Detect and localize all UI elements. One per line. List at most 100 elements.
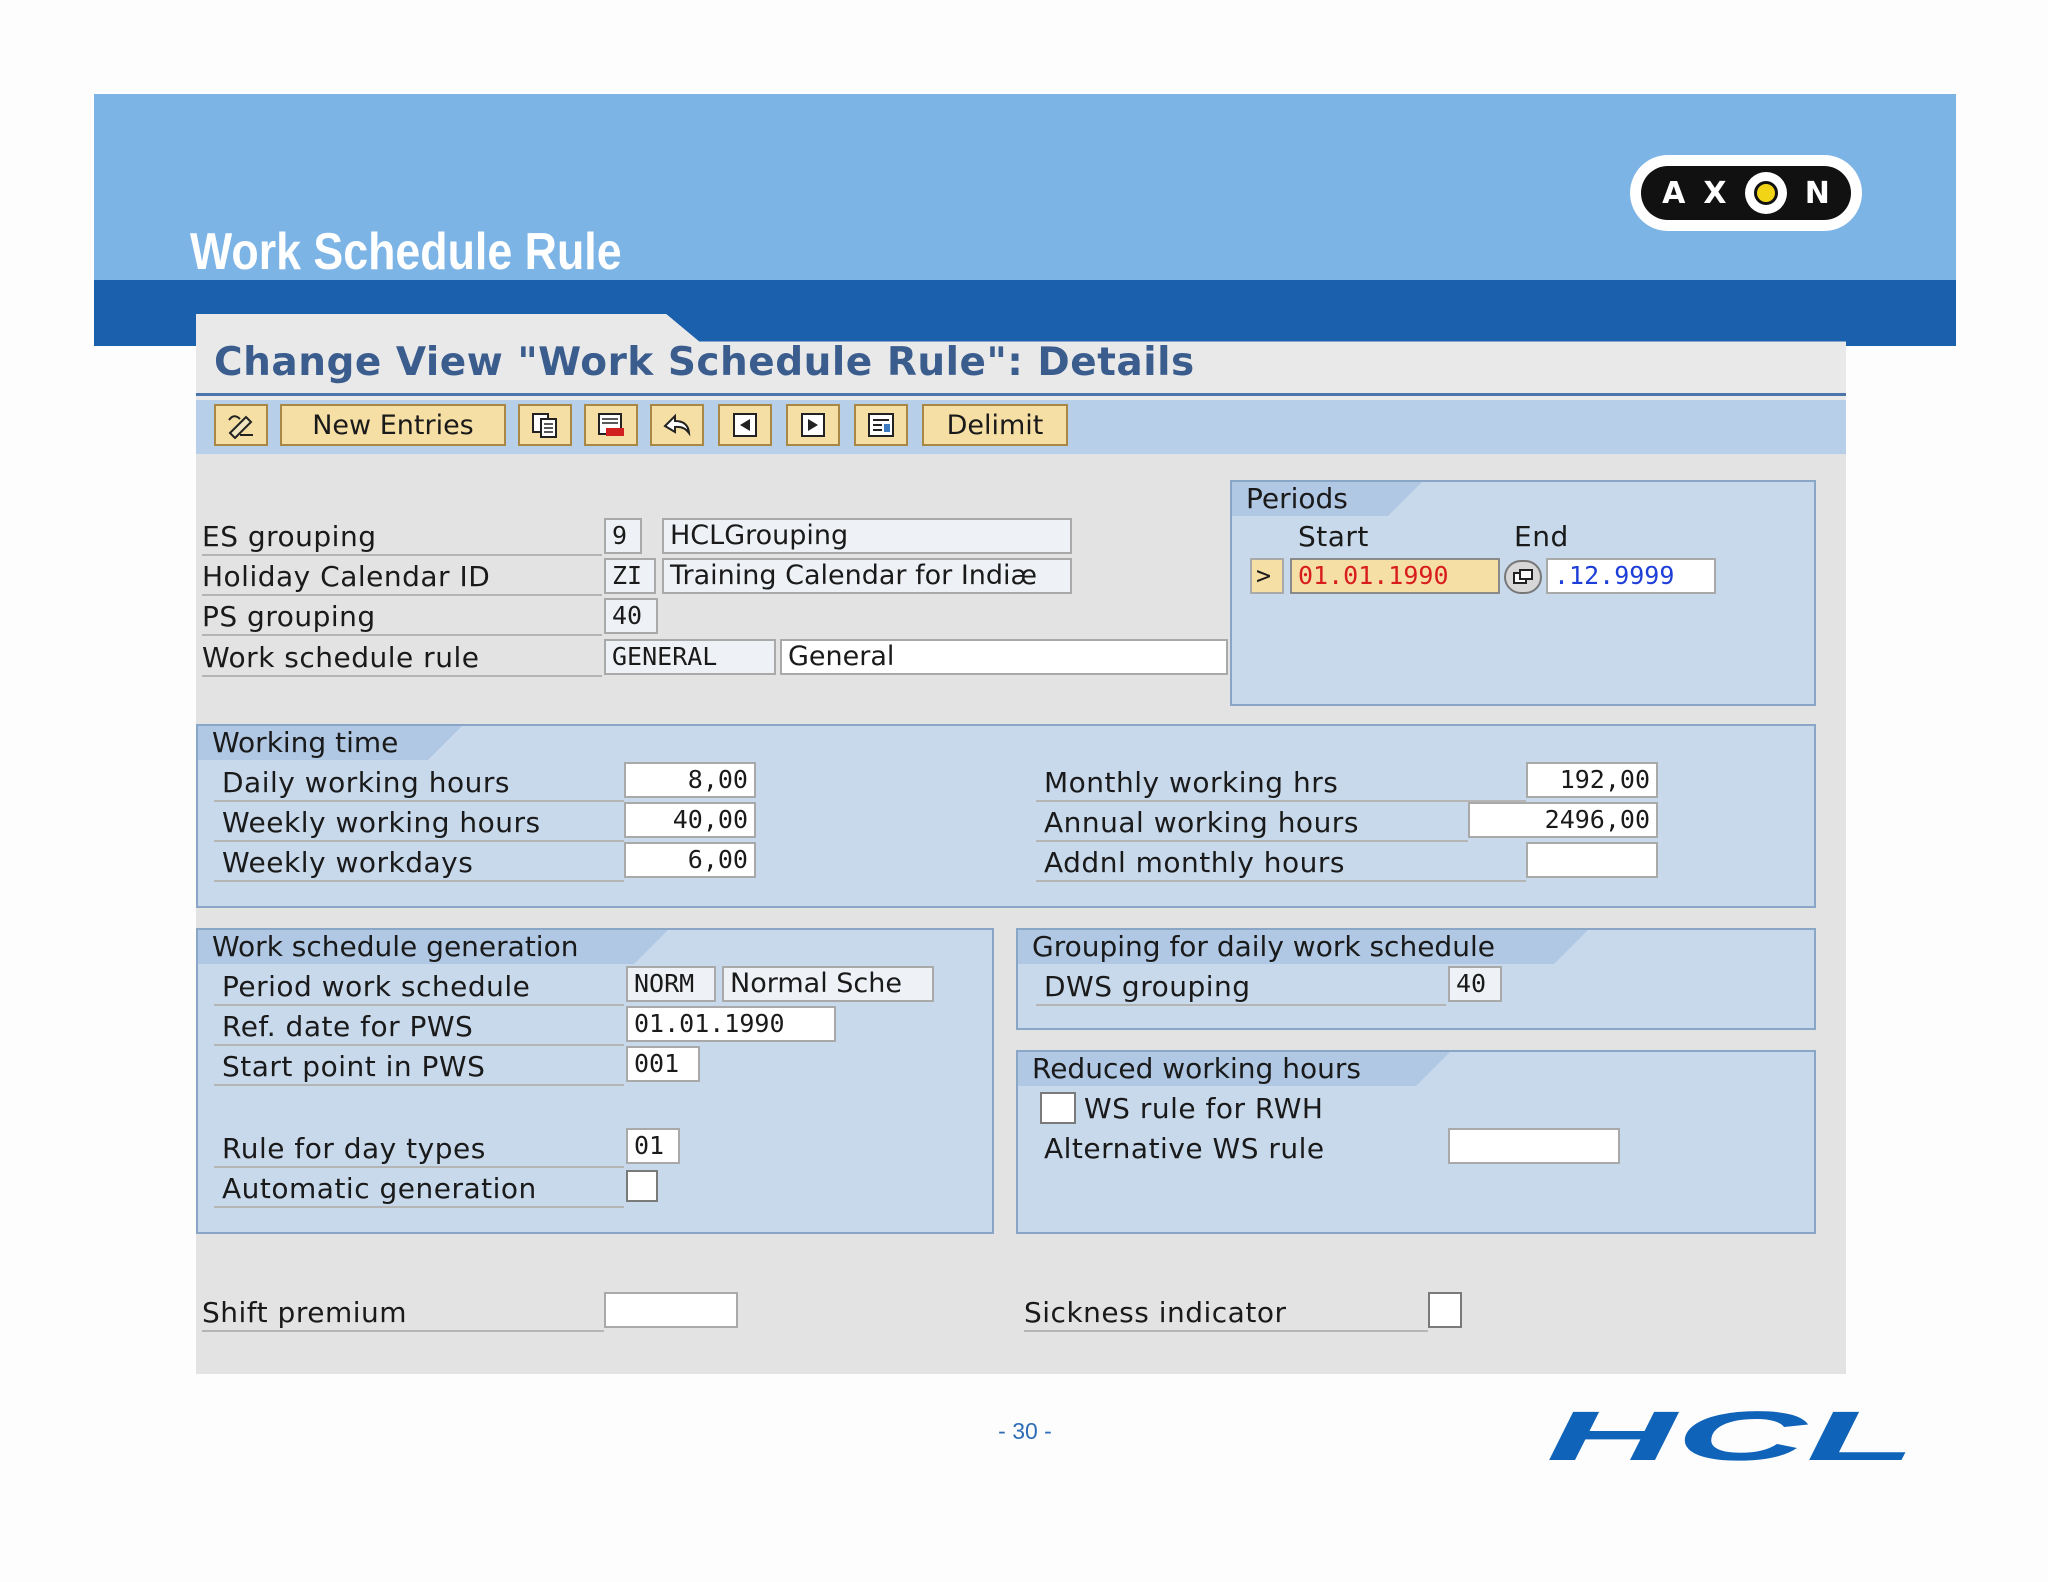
period-end-field[interactable]: .12.9999 xyxy=(1546,558,1716,594)
label-underline xyxy=(214,840,624,842)
axon-letter-n: N xyxy=(1804,175,1830,211)
dws-grouping-title: Grouping for daily work schedule xyxy=(1018,930,1588,964)
auto-generation-checkbox[interactable] xyxy=(626,1170,658,1202)
label-underline xyxy=(214,800,624,802)
daily-hours-label: Daily working hours xyxy=(222,766,510,799)
monthly-hrs-label: Monthly working hrs xyxy=(1044,766,1339,799)
ws-rule-label: Work schedule rule xyxy=(202,641,480,674)
label-underline xyxy=(202,594,602,596)
display-change-button[interactable] xyxy=(214,404,268,446)
label-underline xyxy=(214,1166,624,1168)
undo-change-button[interactable] xyxy=(650,404,704,446)
previous-entry-button[interactable] xyxy=(718,404,772,446)
view-title: Change View "Work Schedule Rule": Detail… xyxy=(214,340,1195,385)
previous-entry-icon xyxy=(733,413,757,437)
axon-letter-a: A xyxy=(1662,175,1686,211)
start-point-label: Start point in PWS xyxy=(222,1050,486,1083)
sickness-indicator-checkbox[interactable] xyxy=(1428,1292,1462,1328)
weekly-workdays-label: Weekly workdays xyxy=(222,846,474,879)
transport-button[interactable] xyxy=(854,404,908,446)
ws-generation-title: Work schedule generation xyxy=(198,930,668,964)
label-underline xyxy=(1036,1004,1446,1006)
title-divider xyxy=(196,393,1846,396)
delete-button[interactable] xyxy=(584,404,638,446)
reduced-hours-title: Reduced working hours xyxy=(1018,1052,1450,1086)
weekly-hours-label: Weekly working hours xyxy=(222,806,541,839)
ps-grouping-label: PS grouping xyxy=(202,600,376,633)
sickness-indicator-label: Sickness indicator xyxy=(1024,1296,1287,1329)
axon-letter-x: X xyxy=(1703,175,1727,211)
holiday-calendar-text: Training Calendar for Indiæ xyxy=(662,558,1072,594)
display-change-icon xyxy=(228,415,253,439)
shift-premium-field[interactable] xyxy=(604,1292,738,1328)
period-select-button[interactable]: > xyxy=(1250,558,1284,594)
axon-logo-mark: A X N xyxy=(1641,166,1851,220)
annual-hours-label: Annual working hours xyxy=(1044,806,1359,839)
monthly-hrs-field[interactable]: 192,00 xyxy=(1526,762,1658,798)
ref-date-field[interactable]: 01.01.1990 xyxy=(626,1006,836,1042)
period-ws-field[interactable]: NORM xyxy=(626,966,716,1002)
weekly-workdays-field[interactable]: 6,00 xyxy=(624,842,756,878)
dws-grouping-field[interactable]: 40 xyxy=(1448,966,1502,1002)
copy-button[interactable] xyxy=(518,404,572,446)
ws-rule-field[interactable]: GENERAL xyxy=(604,639,776,675)
start-point-field[interactable]: 001 xyxy=(626,1046,700,1082)
period-ws-text: Normal Sche xyxy=(722,966,934,1002)
label-underline xyxy=(214,1044,624,1046)
transport-icon xyxy=(868,413,894,437)
label-underline xyxy=(1036,840,1468,842)
next-entry-icon xyxy=(801,413,825,437)
addnl-monthly-label: Addnl monthly hours xyxy=(1044,846,1345,879)
label-underline xyxy=(1024,1330,1428,1332)
label-underline xyxy=(214,1004,624,1006)
axon-o-symbol xyxy=(1744,172,1787,214)
label-underline xyxy=(214,1206,624,1208)
delimit-button[interactable]: Delimit xyxy=(922,404,1068,446)
alt-ws-rule-field[interactable] xyxy=(1448,1128,1620,1164)
ws-rule-text: General xyxy=(780,639,1228,675)
holiday-calendar-field[interactable]: ZI xyxy=(604,558,656,594)
day-types-field[interactable]: 01 xyxy=(626,1128,680,1164)
undo-change-icon xyxy=(663,413,691,437)
ws-rule-rwh-label: WS rule for RWH xyxy=(1084,1092,1324,1125)
weekly-hours-field[interactable]: 40,00 xyxy=(624,802,756,838)
label-underline xyxy=(214,1084,624,1086)
es-grouping-text: HCLGrouping xyxy=(662,518,1072,554)
label-underline xyxy=(214,880,624,882)
es-grouping-field[interactable]: 9 xyxy=(604,518,642,554)
date-picker-button[interactable] xyxy=(1504,560,1542,594)
es-grouping-label: ES grouping xyxy=(202,520,377,553)
auto-generation-label: Automatic generation xyxy=(222,1172,537,1205)
day-types-label: Rule for day types xyxy=(222,1132,486,1165)
addnl-monthly-field[interactable] xyxy=(1526,842,1658,878)
working-time-title: Working time xyxy=(198,726,462,760)
next-entry-button[interactable] xyxy=(786,404,840,446)
periods-start-label: Start xyxy=(1298,520,1369,553)
holiday-calendar-label: Holiday Calendar ID xyxy=(202,560,491,593)
period-ws-label: Period work schedule xyxy=(222,970,531,1003)
periods-end-label: End xyxy=(1514,520,1569,553)
ps-grouping-field[interactable]: 40 xyxy=(604,598,658,634)
label-underline xyxy=(202,1330,604,1332)
delete-icon xyxy=(598,413,624,436)
label-underline xyxy=(1036,800,1526,802)
calendar-icon xyxy=(1513,569,1533,584)
label-underline xyxy=(202,634,602,636)
slide-title: Work Schedule Rule xyxy=(190,223,622,281)
copy-icon xyxy=(532,413,557,438)
shift-premium-label: Shift premium xyxy=(202,1296,408,1329)
page-number: - 30 - xyxy=(998,1418,1052,1444)
label-underline xyxy=(202,554,602,556)
label-underline xyxy=(202,675,602,677)
daily-hours-field[interactable]: 8,00 xyxy=(624,762,756,798)
new-entries-button[interactable]: New Entries xyxy=(280,404,506,446)
period-start-field[interactable]: 01.01.1990 xyxy=(1290,558,1500,594)
annual-hours-field[interactable]: 2496,00 xyxy=(1468,802,1658,838)
dws-grouping-label: DWS grouping xyxy=(1044,970,1251,1003)
hcl-logo-text: HCL xyxy=(1546,1408,1916,1464)
hcl-logo: HCL xyxy=(1546,1408,1916,1464)
label-underline xyxy=(1036,880,1526,882)
alt-ws-rule-label: Alternative WS rule xyxy=(1044,1132,1325,1165)
ref-date-label: Ref. date for PWS xyxy=(222,1010,474,1043)
ws-rule-rwh-checkbox[interactable] xyxy=(1040,1092,1076,1124)
